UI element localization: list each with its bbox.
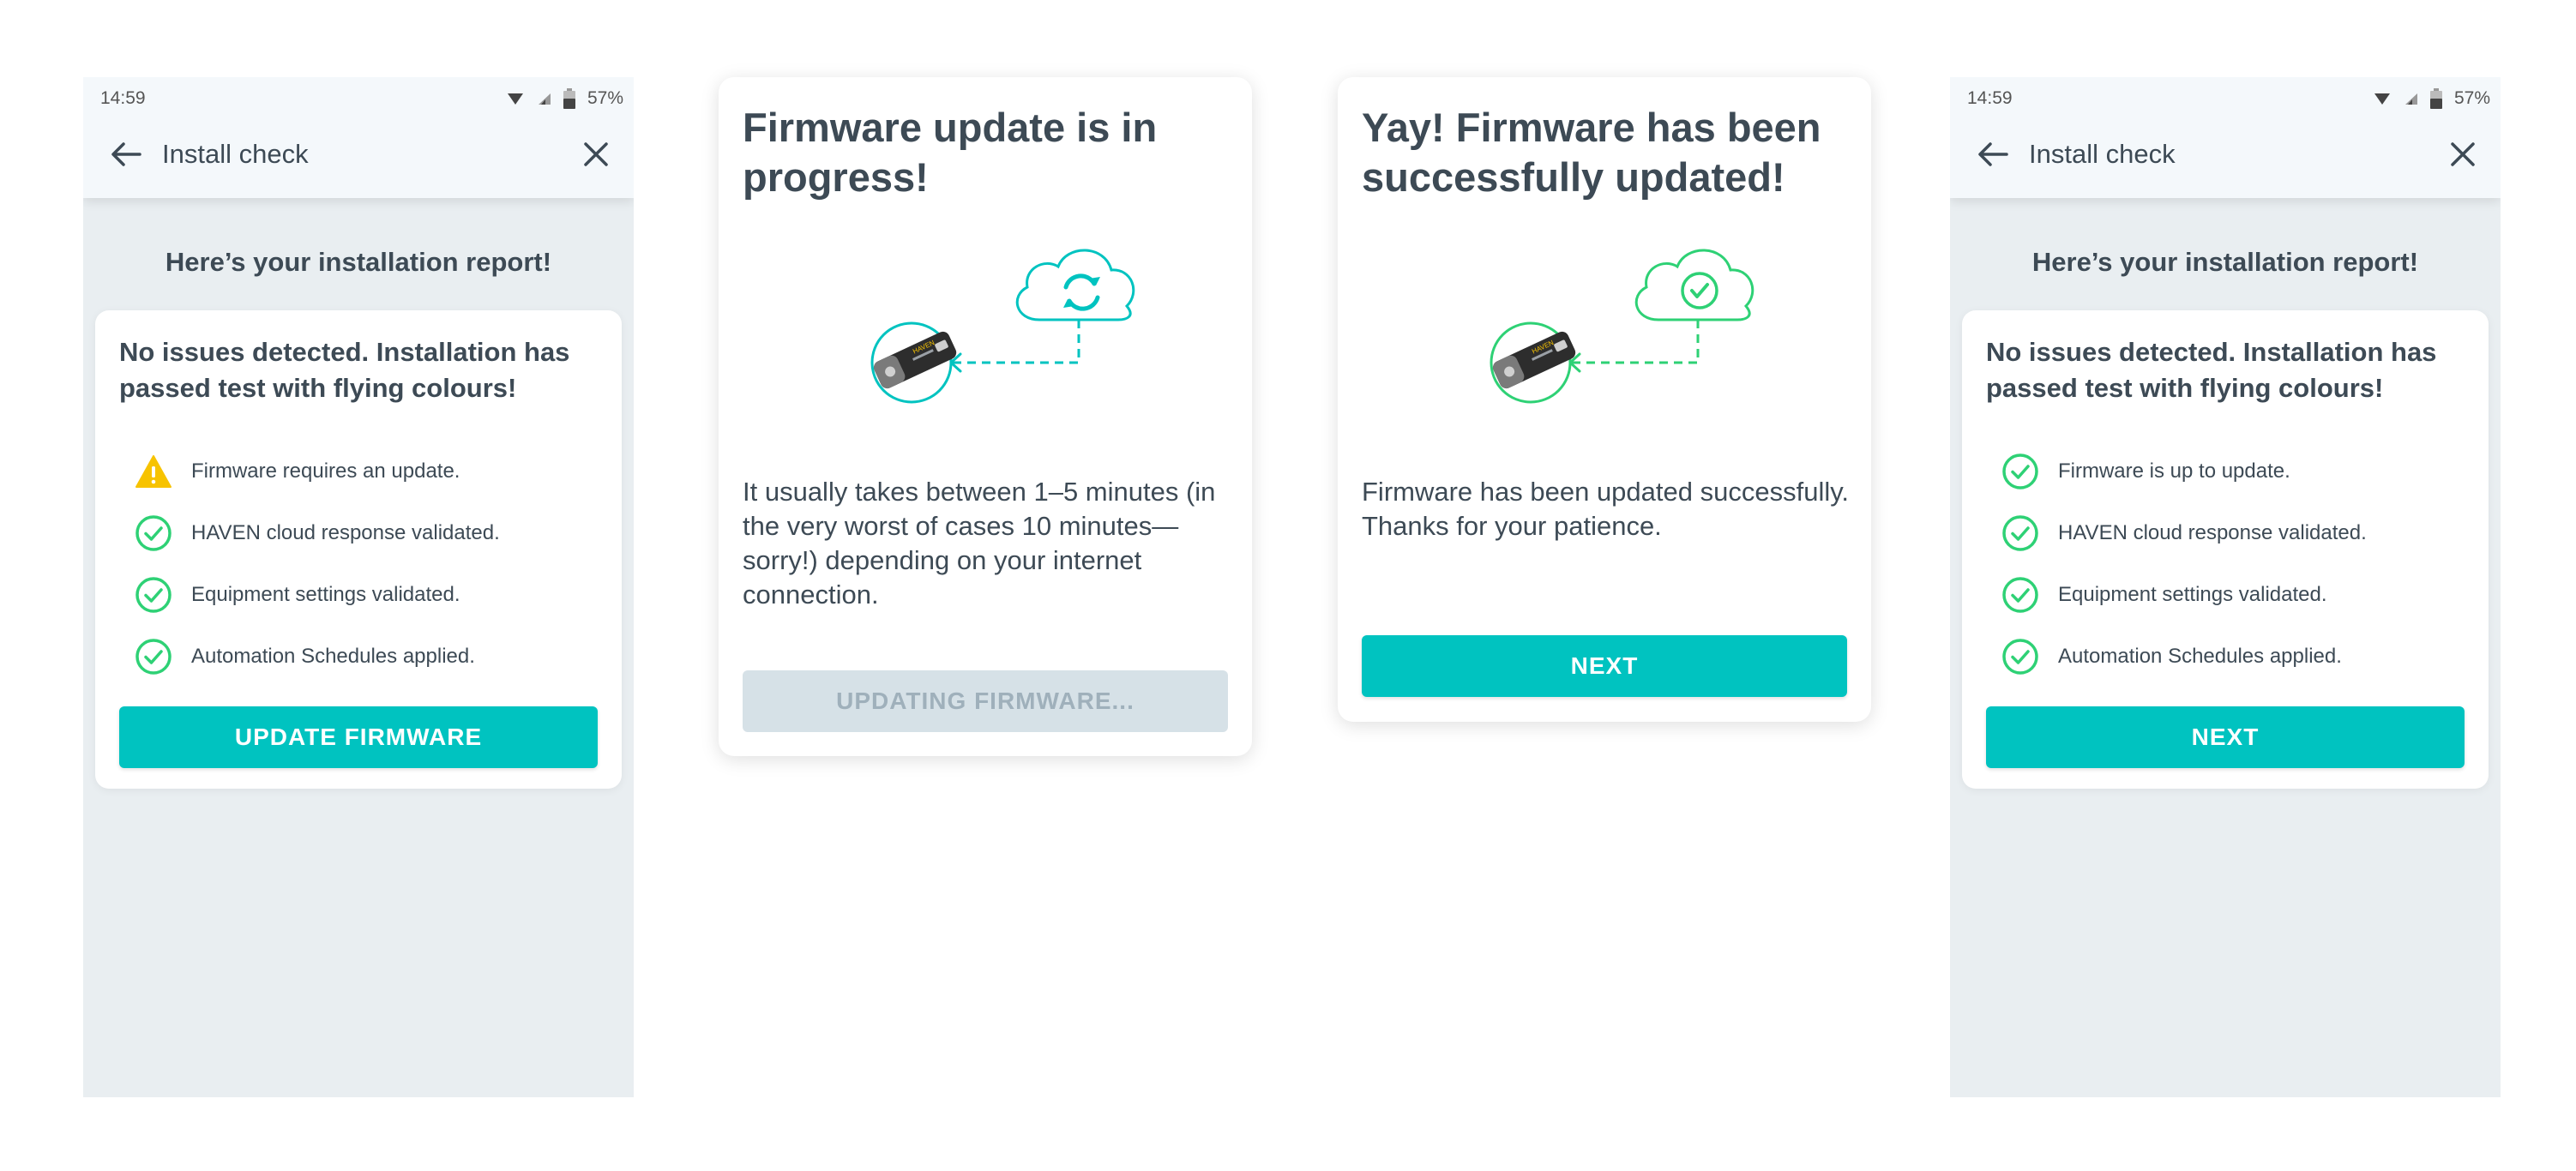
wifi-icon [507,93,523,105]
update-firmware-button[interactable]: UPDATE FIRMWARE [119,706,598,768]
haven-device-icon: HAVEN [1490,321,1576,404]
wifi-icon [2374,93,2390,105]
list-item-label: Automation Schedules applied. [191,645,475,668]
status-time: 14:59 [100,88,146,108]
toolbar: Install check [1950,129,2501,180]
check-circle-icon [2002,577,2038,613]
report-card: No issues detected. Installation has pas… [95,310,622,789]
report-card: No issues detected. Installation has pas… [1962,310,2489,789]
list-item: Automation Schedules applied. [2001,626,2465,688]
status-time: 14:59 [1967,88,2013,108]
haven-device-icon: HAVEN [870,321,957,404]
toolbar: Install check [83,129,634,180]
dialog-body: It usually takes between 1–5 minutes (in… [743,477,1216,610]
list-item: Firmware is up to update. [2001,441,2465,502]
cloud-check-icon [1634,249,1754,321]
next-button[interactable]: NEXT [1986,706,2465,768]
firmware-progress-dialog: Firmware update is in progress! HAVEN It… [719,77,1252,756]
check-circle-icon [2002,453,2038,489]
close-icon[interactable] [2449,141,2477,168]
firmware-success-illustration: HAVEN [1490,249,1754,404]
report-heading: Here’s your installation report! [165,247,552,277]
app-bar: 14:59 57% Install check [1950,77,2501,198]
check-circle-icon [135,515,172,551]
firmware-success-dialog: Yay! Firmware has been successfully upda… [1338,77,1871,722]
list-item-label: Equipment settings validated. [2058,583,2327,606]
app-bar: 14:59 57% Install check [83,77,634,198]
list-item: Automation Schedules applied. [135,626,598,688]
list-item-label: Firmware requires an update. [191,459,460,483]
list-item-label: HAVEN cloud response validated. [2058,521,2367,544]
back-arrow-icon[interactable] [1976,141,2010,168]
next-button[interactable]: NEXT [1362,635,1847,697]
dialog-title: Firmware update is in progress! [743,105,1158,200]
list-item: Equipment settings validated. [135,564,598,626]
list-item: Equipment settings validated. [2001,564,2465,626]
list-item-label: Equipment settings validated. [191,583,460,606]
battery-percent: 57% [2453,88,2490,108]
list-item: HAVEN cloud response validated. [2001,502,2465,564]
battery-icon [563,88,575,109]
status-bar: 14:59 57% [100,86,623,111]
check-list: Firmware is up to update. HAVEN cloud re… [2001,441,2465,688]
updating-firmware-button: UPDATING FIRMWARE... [743,670,1228,732]
signal-icon [538,93,551,105]
check-circle-icon [2002,515,2038,551]
list-item-label: HAVEN cloud response validated. [191,521,500,544]
check-circle-icon [135,577,172,613]
firmware-sync-illustration: HAVEN [870,249,1135,404]
card-title: No issues detected. Installation has pas… [1986,337,2437,403]
cloud-sync-icon [1015,249,1135,321]
toolbar-title: Install check [2029,139,2176,169]
status-bar: 14:59 57% [1967,86,2490,111]
check-circle-icon [2002,639,2038,675]
dialog-title: Yay! Firmware has been successfully upda… [1362,105,1821,200]
report-heading: Here’s your installation report! [2031,247,2419,277]
list-item: Firmware requires an update. [135,441,598,502]
install-check-screen-1: 14:59 57% Install check Here’s your inst… [83,77,634,1097]
back-arrow-icon[interactable] [109,141,143,168]
signal-icon [2404,93,2417,105]
close-icon[interactable] [582,141,610,168]
list-item: HAVEN cloud response validated. [135,502,598,564]
check-circle-icon [135,639,172,675]
card-title: No issues detected. Installation has pas… [119,337,570,403]
toolbar-title: Install check [162,139,309,169]
install-check-screen-2: 14:59 57% Install check Here’s your inst… [1950,77,2501,1097]
list-item-label: Automation Schedules applied. [2058,645,2342,668]
battery-percent: 57% [587,88,623,108]
dialog-body: Firmware has been updated successfully. … [1362,477,1850,541]
warning-icon [135,455,172,488]
list-item-label: Firmware is up to update. [2058,459,2290,483]
battery-icon [2429,88,2442,109]
check-list: Firmware requires an update. HAVEN cloud… [135,441,598,688]
